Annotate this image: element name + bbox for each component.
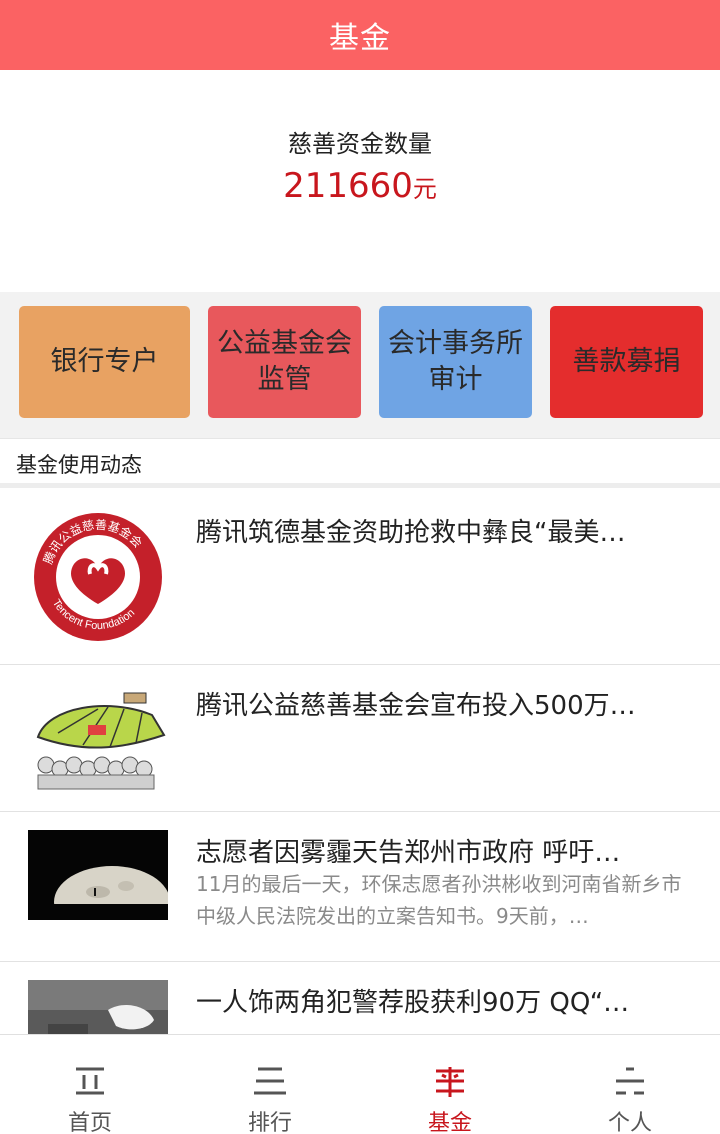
button-label: 善款募捐 [572,346,681,377]
button-label: 公益基金会 [217,328,352,359]
section-title: 基金使用动态 [16,453,142,477]
news-title: 一人饰两角犯警荐股获利90万 QQ“… [196,988,630,1018]
tab-label: 个人 [607,1111,652,1134]
fund-summary: 慈善资金数量 211660元 [0,70,720,292]
news-thumbnail-image [28,980,168,1034]
section-header: 基金使用动态 [0,438,720,488]
fund-amount-value: 211660 [283,166,413,206]
news-title: 志愿者因雾霾天告郑州市政府 呼吁… [196,838,621,868]
accounting-audit-button[interactable]: 会计事务所 审计 [379,306,532,418]
tab-label: 基金 [427,1111,472,1134]
moon-night-image [28,830,168,920]
bottom-tab-bar: 首页 排行 基金 个人 [0,1034,720,1134]
donation-button[interactable]: 善款募捐 [550,306,703,418]
action-buttons: 银行专户 公益基金会监管 会计事务所审计 善款募捐 [0,292,720,438]
list-item[interactable]: 志愿者因雾霾天告郑州市政府 呼吁… 11月的最后一天，环保志愿者孙洪彬收到河南省… [0,812,720,962]
button-label: 会计事务所 [388,328,523,359]
foundation-supervision-button[interactable]: 公益基金会 监管 [208,306,361,418]
button-label: 银行专户 [50,346,159,377]
bank-account-button[interactable]: 银行专户 [19,306,190,418]
page-title: 基金 [329,21,391,56]
news-title: 腾讯公益慈善基金会宣布投入500万… [196,691,636,721]
fund-amount-unit: 元 [412,175,437,203]
tab-ranking[interactable]: 排行 [180,1035,360,1134]
fund-icon [436,1067,464,1097]
news-description: 11月的最后一天，环保志愿者孙洪彬收到河南省新乡市中级人民法院发出的立案告知书。… [196,872,682,928]
home-icon [76,1067,104,1095]
news-title: 腾讯筑德基金资助抢救中彝良“最美… [196,518,626,548]
news-list[interactable]: 腾讯公益慈善基金会 Tencent Foundation 腾讯筑德基金资助抢救中… [0,490,720,1034]
umbrella-cartoon-image [28,685,168,795]
fund-amount: 211660元 [0,166,720,206]
list-item[interactable]: 一人饰两角犯警荐股获利90万 QQ“… [0,962,720,1034]
tab-personal[interactable]: 个人 [540,1035,720,1134]
tencent-foundation-logo: 腾讯公益慈善基金会 Tencent Foundation [28,508,168,646]
list-item[interactable]: 腾讯公益慈善基金会宣布投入500万… [0,665,720,812]
ranking-icon [254,1067,286,1095]
tab-home[interactable]: 首页 [0,1035,180,1134]
button-label: 监管 [257,364,312,395]
list-item[interactable]: 腾讯公益慈善基金会 Tencent Foundation 腾讯筑德基金资助抢救中… [0,490,720,665]
app-header: 基金 [0,0,720,70]
button-label: 审计 [428,364,483,395]
person-icon [616,1067,644,1095]
tab-label: 排行 [247,1111,292,1134]
tab-label: 首页 [67,1111,112,1134]
fund-amount-label: 慈善资金数量 [288,130,432,158]
tab-fund[interactable]: 基金 [360,1035,540,1134]
